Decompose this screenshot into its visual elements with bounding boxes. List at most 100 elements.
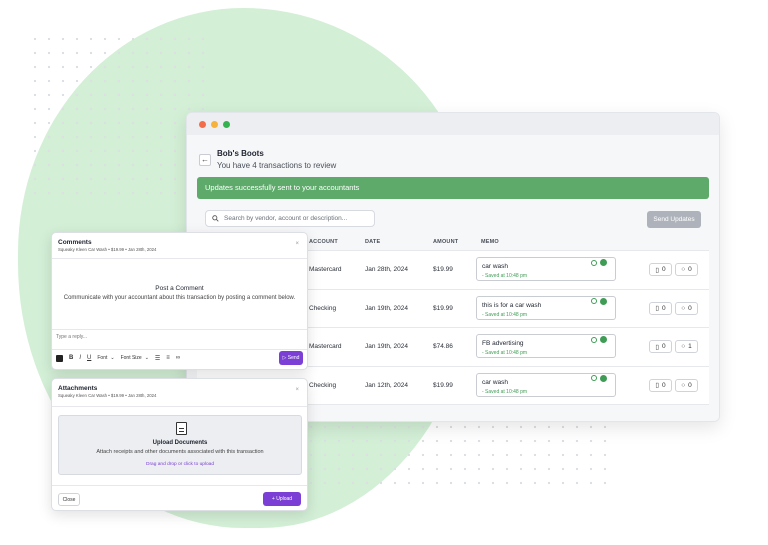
memo-text: this is for a car wash [482,301,542,309]
attachments-count-button[interactable]: ▯ 0 [649,263,672,276]
lightbulb-icon[interactable] [591,298,597,304]
comment-icon: ○ [681,266,686,273]
back-arrow-icon[interactable]: ← [199,154,211,166]
chat-bubble-icon[interactable] [600,336,607,343]
close-button[interactable]: Close [58,493,80,506]
header-memo: MEMO [481,238,499,245]
upload-button[interactable]: + Upload [263,492,301,506]
close-window-dot[interactable] [199,120,206,128]
row-account: Mastercard [309,343,342,350]
post-comment-title: Post a Comment [155,285,204,292]
bold-button[interactable]: B [69,355,73,361]
memo-field[interactable]: car wash - Saved at 10:48 pm [476,257,616,281]
company-name: Bob's Boots [217,149,264,158]
maximize-window-dot[interactable] [223,120,230,128]
numbered-list-icon[interactable]: ≡ [166,355,170,361]
row-amount: $19.99 [433,266,453,273]
paperclip-icon: ▯ [655,382,659,389]
memo-saved-status: - Saved at 10:48 pm [482,388,528,395]
text-color-icon[interactable] [56,354,63,362]
memo-text: FB advertising [482,340,524,347]
lightbulb-icon[interactable] [591,336,597,343]
comments-count-button[interactable]: ○ 0 [675,263,698,276]
search-box[interactable] [205,210,375,227]
memo-text: car wash [482,378,509,386]
comments-count-button[interactable]: ○ 1 [675,340,698,353]
underline-button[interactable]: U [87,355,91,361]
header-account: ACCOUNT [309,238,338,245]
memo-field[interactable]: car wash - Saved at 10:48 pm [476,372,616,397]
divider [52,258,307,259]
memo-text: car wash [482,263,509,270]
attachments-panel: Attachments Squeaky Kleen Car Wash • $19… [51,378,308,511]
row-date: Jan 19th, 2024 [365,343,409,350]
comment-icon: ○ [681,381,686,389]
background-dots [290,420,610,490]
send-button[interactable]: ▷ Send [279,351,303,365]
memo-saved-status: - Saved at 10:48 pm [482,350,528,356]
search-input[interactable] [224,215,364,222]
attachments-title: Attachments [58,385,98,392]
success-banner: Updates successfully sent to your accoun… [197,177,709,199]
comments-title: Comments [58,239,92,246]
comments-subtitle: Squeaky Kleen Car Wash • $19.99 • Jan 28… [58,247,157,252]
memo-field[interactable]: FB advertising - Saved at 10:48 pm [476,334,616,358]
paperclip-icon: ▯ [655,343,659,351]
send-updates-button[interactable]: Send Updates [647,211,701,228]
lightbulb-icon[interactable] [591,375,597,381]
upload-link[interactable]: Drag and drop or click to upload [59,462,301,467]
row-account: Checking [309,381,337,389]
row-amount: $74.86 [433,343,453,350]
close-icon[interactable]: × [295,241,299,247]
upload-title: Upload Documents [152,440,208,446]
font-select[interactable]: Font ⌄ [97,355,114,361]
chevron-down-icon: ⌄ [110,355,115,361]
post-comment-description: Communicate with your accountant about t… [63,295,296,301]
paperclip-icon: ▯ [655,305,659,312]
divider [52,349,307,350]
chat-bubble-icon[interactable] [600,297,607,305]
background-dots [28,32,208,202]
row-amount: $19.99 [433,304,453,312]
divider [52,406,307,407]
upload-description: Attach receipts and other documents asso… [96,449,264,455]
document-icon [176,422,187,435]
page-header: ← Bob's Boots You have 4 transactions to… [199,149,336,170]
close-icon[interactable]: × [295,387,299,393]
row-account: Checking [309,304,337,312]
font-size-select[interactable]: Font Size ⌄ [121,355,149,361]
header-date: DATE [365,238,381,245]
header-amount: AMOUNT [433,238,459,245]
reply-input[interactable] [56,329,304,345]
memo-field[interactable]: this is for a car wash - Saved at 10:48 … [476,295,616,320]
chevron-down-icon: ⌄ [144,355,149,361]
comment-icon: ○ [681,304,686,312]
attachments-count-button[interactable]: ▯ 0 [649,378,672,392]
row-date: Jan 28th, 2024 [365,266,409,273]
row-amount: $19.99 [433,381,453,389]
row-date: Jan 19th, 2024 [365,304,409,312]
link-icon[interactable]: ∞ [176,355,180,361]
lightbulb-icon[interactable] [591,259,597,266]
memo-saved-status: - Saved at 10:48 pm [482,273,528,279]
row-account: Mastercard [309,266,342,273]
chat-bubble-icon[interactable] [600,374,607,382]
send-icon: ▷ [282,355,287,361]
paperclip-icon: ▯ [655,266,659,274]
attachments-count-button[interactable]: ▯ 0 [649,340,672,353]
attachments-count-button[interactable]: ▯ 0 [649,301,672,315]
comments-count-button[interactable]: ○ 0 [675,301,698,315]
bullet-list-icon[interactable]: ☰ [155,355,160,362]
upload-dropzone[interactable]: Upload Documents Attach receipts and oth… [58,415,302,475]
minimize-window-dot[interactable] [211,120,218,128]
window-titlebar [187,113,719,135]
italic-button[interactable]: I [79,355,81,361]
search-icon [212,215,219,222]
comments-panel: Comments Squeaky Kleen Car Wash • $19.99… [51,232,308,370]
comments-count-button[interactable]: ○ 0 [675,378,698,392]
memo-saved-status: - Saved at 10:48 pm [482,311,528,318]
chat-bubble-icon[interactable] [600,259,607,266]
divider [52,485,307,486]
editor-toolbar: B I U Font ⌄ Font Size ⌄ ☰ ≡ ∞ [56,351,180,365]
transactions-count: You have 4 transactions to review [217,161,337,170]
